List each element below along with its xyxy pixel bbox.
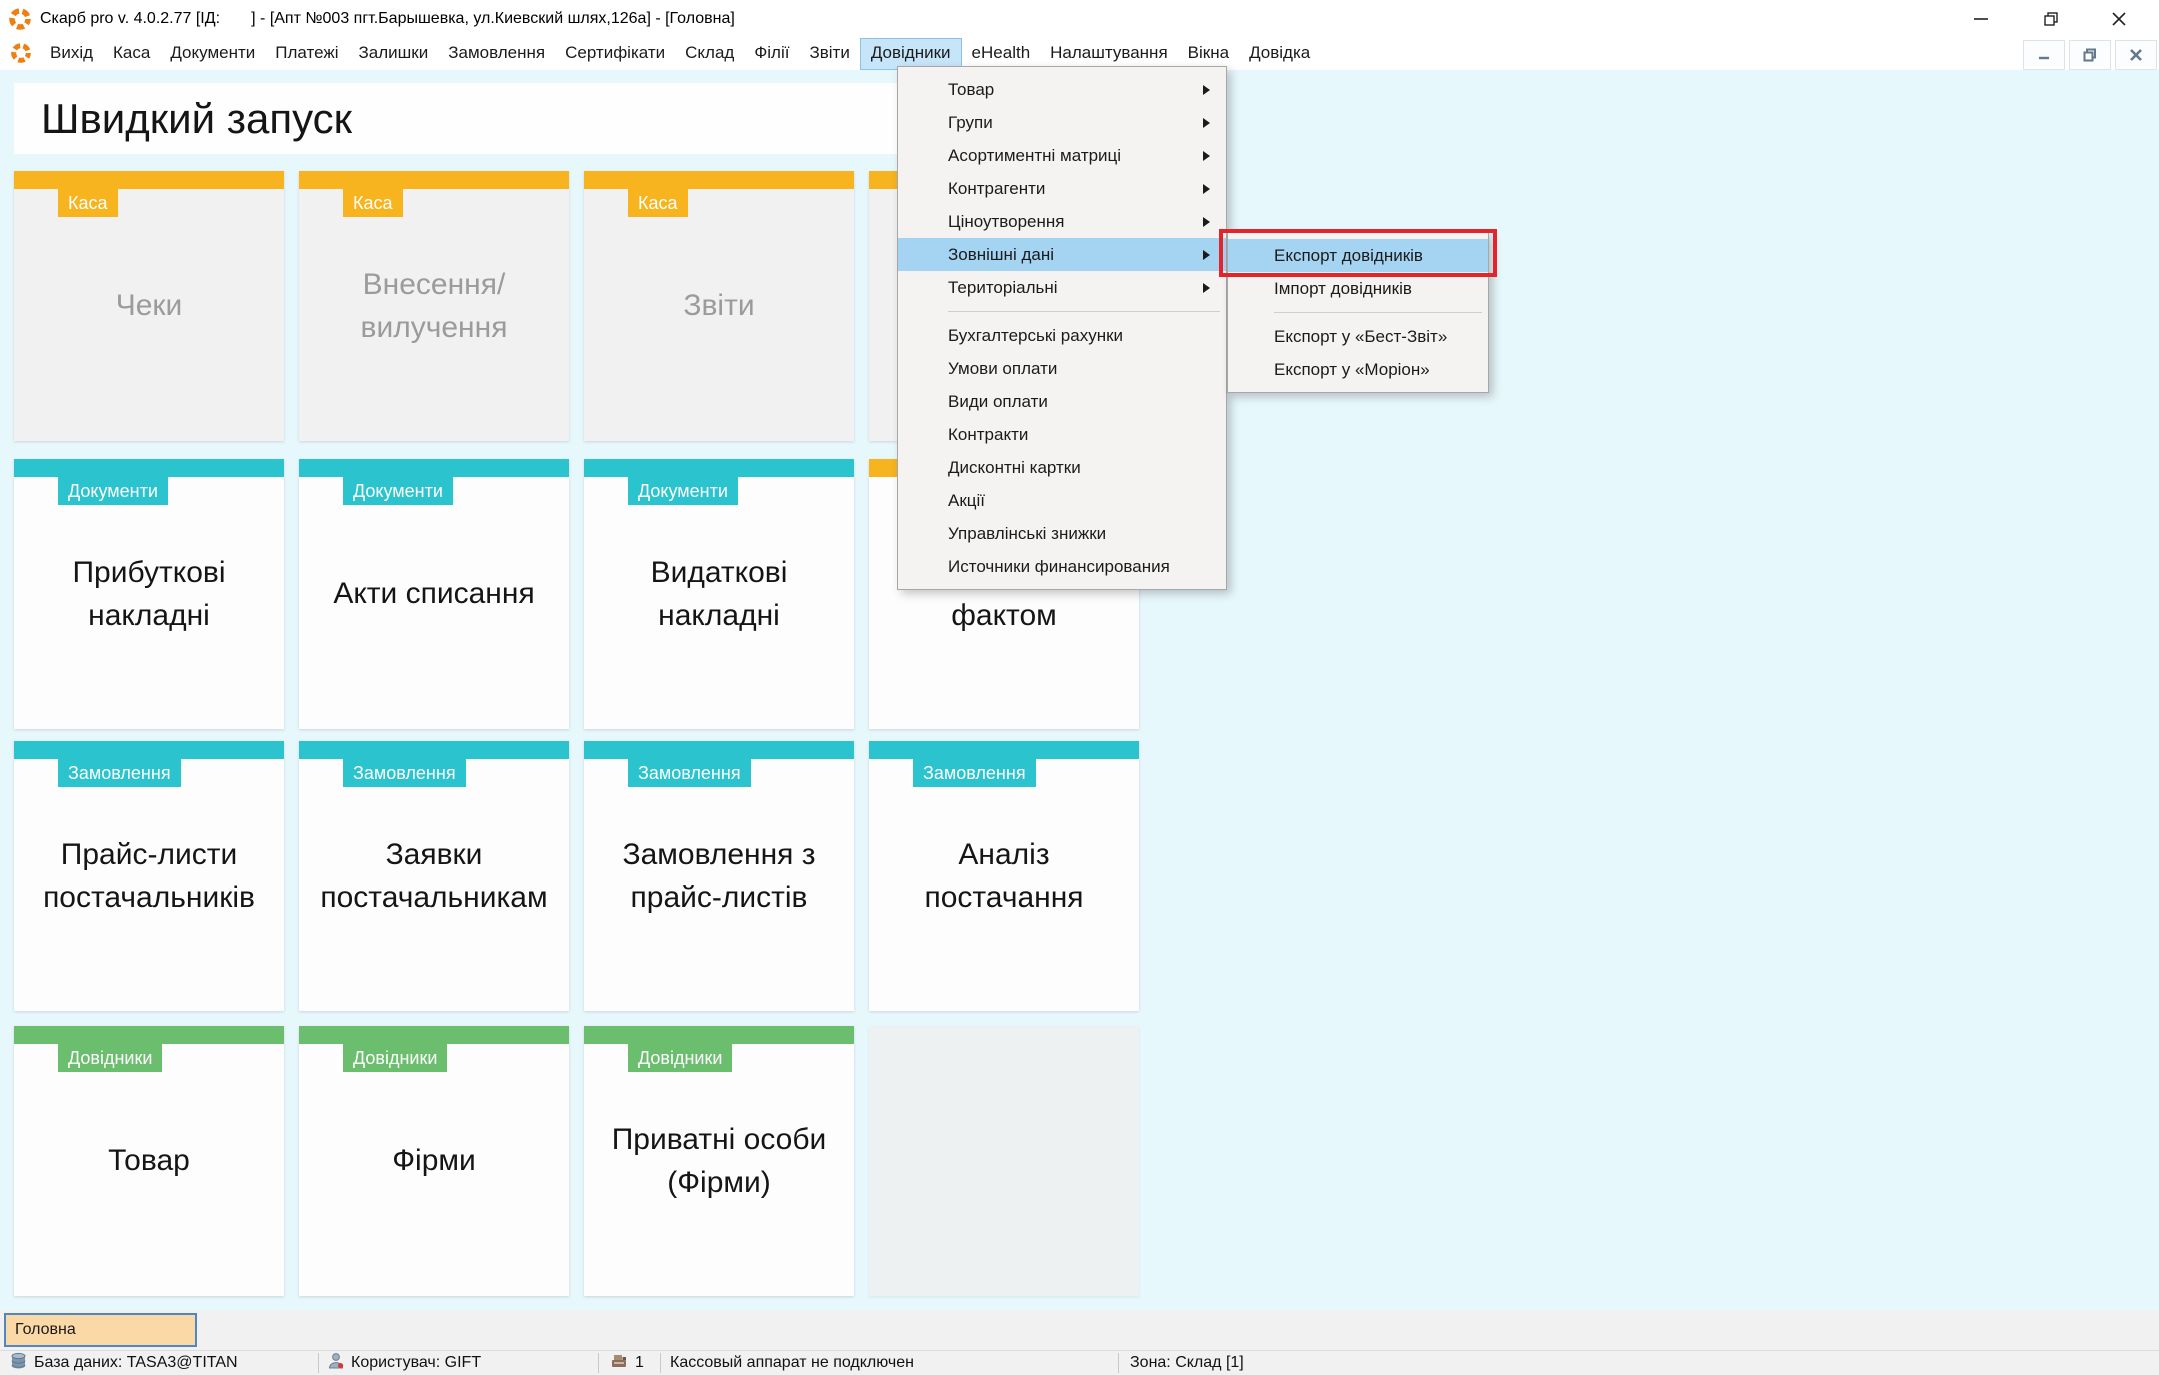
menu-item-eksport-best-zvit[interactable]: Експорт у «Бест-Звіт»	[1228, 320, 1488, 353]
status-separator	[598, 1353, 599, 1373]
window-title: Скарб pro v. 4.0.2.77 [ІД: ] - [Апт №003…	[40, 0, 735, 38]
status-separator	[318, 1353, 319, 1373]
tile-label	[875, 1026, 1133, 1296]
menu-item-import-dovidnykiv[interactable]: Імпорт довідників	[1228, 272, 1488, 305]
menu-item-upravlinski-znyzhky[interactable]: Управлінські знижки	[898, 517, 1226, 550]
menu-zalyshky[interactable]: Залишки	[349, 38, 439, 70]
tile-akty-spysannia[interactable]: Документи Акти списання	[299, 459, 569, 729]
menu-item-tovar[interactable]: Товар	[898, 73, 1226, 106]
tab-bar: Головна	[0, 1310, 2159, 1350]
submenu-arrow-icon	[1203, 118, 1210, 128]
cash-register-icon	[610, 1352, 628, 1374]
tile-pryvatni-osoby[interactable]: Довідники Приватні особи (Фірми)	[584, 1026, 854, 1296]
menu-item-terytorialni[interactable]: Територіальні	[898, 271, 1226, 304]
submenu-arrow-icon	[1203, 85, 1210, 95]
mdi-minimize-button[interactable]	[2023, 40, 2065, 70]
database-icon	[10, 1352, 27, 1375]
menu-zamovlennia[interactable]: Замовлення	[438, 38, 555, 70]
tile-label: Приватні особи (Фірми)	[590, 1026, 848, 1296]
menu-item-dyskontni-kartky[interactable]: Дисконтні картки	[898, 451, 1226, 484]
menu-kasa[interactable]: Каса	[103, 38, 160, 70]
tile-prais-lysty-postachalnykiv[interactable]: Замовлення Прайс-листи постачальників	[14, 741, 284, 1011]
tile-label: Внесення/вилучення	[305, 171, 563, 441]
tab-holovna[interactable]: Головна	[4, 1313, 197, 1347]
tile-label: Видаткові накладні	[590, 459, 848, 729]
title-bar: Скарб pro v. 4.0.2.77 [ІД: ] - [Апт №003…	[0, 0, 2159, 38]
status-zone: Зона: Склад [1]	[1130, 1351, 1244, 1375]
status-database: База даних: TASA3@TITAN	[10, 1351, 238, 1375]
menu-sertyfikaty[interactable]: Сертифікати	[555, 38, 675, 70]
status-separator	[660, 1353, 661, 1373]
menu-filii[interactable]: Філії	[744, 38, 799, 70]
tile-label: Заявки постачальникам	[305, 741, 563, 1011]
status-user: Користувач: GIFT	[328, 1351, 481, 1375]
tile-zvity[interactable]: Каса Звіти	[584, 171, 854, 441]
menu-separator	[1274, 312, 1482, 313]
close-button[interactable]	[2106, 6, 2132, 32]
mdi-close-button[interactable]	[2115, 40, 2157, 70]
submenu-arrow-icon	[1203, 184, 1210, 194]
menu-item-aktsii[interactable]: Акції	[898, 484, 1226, 517]
tile-label: Прайс-листи постачальників	[20, 741, 278, 1011]
menu-platezhi[interactable]: Платежі	[265, 38, 348, 70]
status-separator	[1118, 1353, 1119, 1373]
tile-label: Прибуткові накладні	[20, 459, 278, 729]
menu-item-bukhhalterski-rakhunky[interactable]: Бухгалтерські рахунки	[898, 319, 1226, 352]
status-register-message: Кассовый аппарат не подключен	[670, 1351, 914, 1375]
menu-item-zovnishni-dani[interactable]: Зовнішні дані	[898, 238, 1226, 271]
tile-label: Чеки	[20, 171, 278, 441]
menu-zvity[interactable]: Звіти	[799, 38, 859, 70]
tile-zaiavky-postachalnykam[interactable]: Замовлення Заявки постачальникам	[299, 741, 569, 1011]
tile-vnesennia-vyluchennia[interactable]: Каса Внесення/вилучення	[299, 171, 569, 441]
tile-analiz-postachannia[interactable]: Замовлення Аналіз постачання	[869, 741, 1139, 1011]
status-bar: База даних: TASA3@TITAN Користувач: GIFT…	[0, 1350, 2159, 1375]
submenu-arrow-icon	[1203, 217, 1210, 227]
submenu-arrow-icon	[1203, 250, 1210, 260]
menu-item-eksport-dovidnykiv[interactable]: Експорт довідників	[1228, 239, 1488, 272]
menu-item-kontrakty[interactable]: Контракти	[898, 418, 1226, 451]
dovidnyky-dropdown-menu: Товар Групи Асортиментні матриці Контраг…	[897, 66, 1227, 590]
app-logo-icon-small	[10, 42, 34, 66]
tile-label: Акти списання	[305, 459, 563, 729]
menu-item-asortymentni-matrytsi[interactable]: Асортиментні матриці	[898, 139, 1226, 172]
zovnishni-dani-submenu: Експорт довідників Імпорт довідників Екс…	[1227, 232, 1489, 393]
tile-label: Товар	[20, 1026, 278, 1296]
menu-item-tsinoutvorennia[interactable]: Ціноутворення	[898, 205, 1226, 238]
menu-item-kontrahenty[interactable]: Контрагенти	[898, 172, 1226, 205]
submenu-arrow-icon	[1203, 283, 1210, 293]
tile-label: Замовлення з прайс-листів	[590, 741, 848, 1011]
tile-firmy[interactable]: Довідники Фірми	[299, 1026, 569, 1296]
status-register-count: 1	[610, 1351, 644, 1375]
restore-button[interactable]	[2038, 6, 2064, 32]
tile-label: Аналіз постачання	[875, 741, 1133, 1011]
minimize-button[interactable]	[1968, 6, 1994, 32]
menu-item-umovy-oplaty[interactable]: Умови оплати	[898, 352, 1226, 385]
tile-empty	[869, 1026, 1139, 1296]
tile-label: Фірми	[305, 1026, 563, 1296]
menu-separator	[948, 311, 1220, 312]
menu-item-eksport-morion[interactable]: Експорт у «Моріон»	[1228, 353, 1488, 386]
user-icon	[328, 1352, 344, 1375]
tile-tovar[interactable]: Довідники Товар	[14, 1026, 284, 1296]
menu-dokumenty[interactable]: Документи	[160, 38, 265, 70]
tile-label: Звіти	[590, 171, 848, 441]
menu-item-istochniki-finansirovaniya[interactable]: Источники финансирования	[898, 550, 1226, 583]
menu-item-hrupy[interactable]: Групи	[898, 106, 1226, 139]
mdi-restore-button[interactable]	[2069, 40, 2111, 70]
submenu-arrow-icon	[1203, 151, 1210, 161]
menu-dovidka[interactable]: Довідка	[1239, 38, 1320, 70]
tile-prybutkovi-nakladni[interactable]: Документи Прибуткові накладні	[14, 459, 284, 729]
mdi-window-controls	[2023, 40, 2157, 70]
menu-item-vydy-oplaty[interactable]: Види оплати	[898, 385, 1226, 418]
tile-vydatkovi-nakladni[interactable]: Документи Видаткові накладні	[584, 459, 854, 729]
app-logo-icon	[8, 7, 32, 31]
tile-zamovlennia-z-prais-lystiv[interactable]: Замовлення Замовлення з прайс-листів	[584, 741, 854, 1011]
tile-cheky[interactable]: Каса Чеки	[14, 171, 284, 441]
menu-vykhid[interactable]: Вихід	[40, 38, 103, 70]
menu-sklad[interactable]: Склад	[675, 38, 744, 70]
